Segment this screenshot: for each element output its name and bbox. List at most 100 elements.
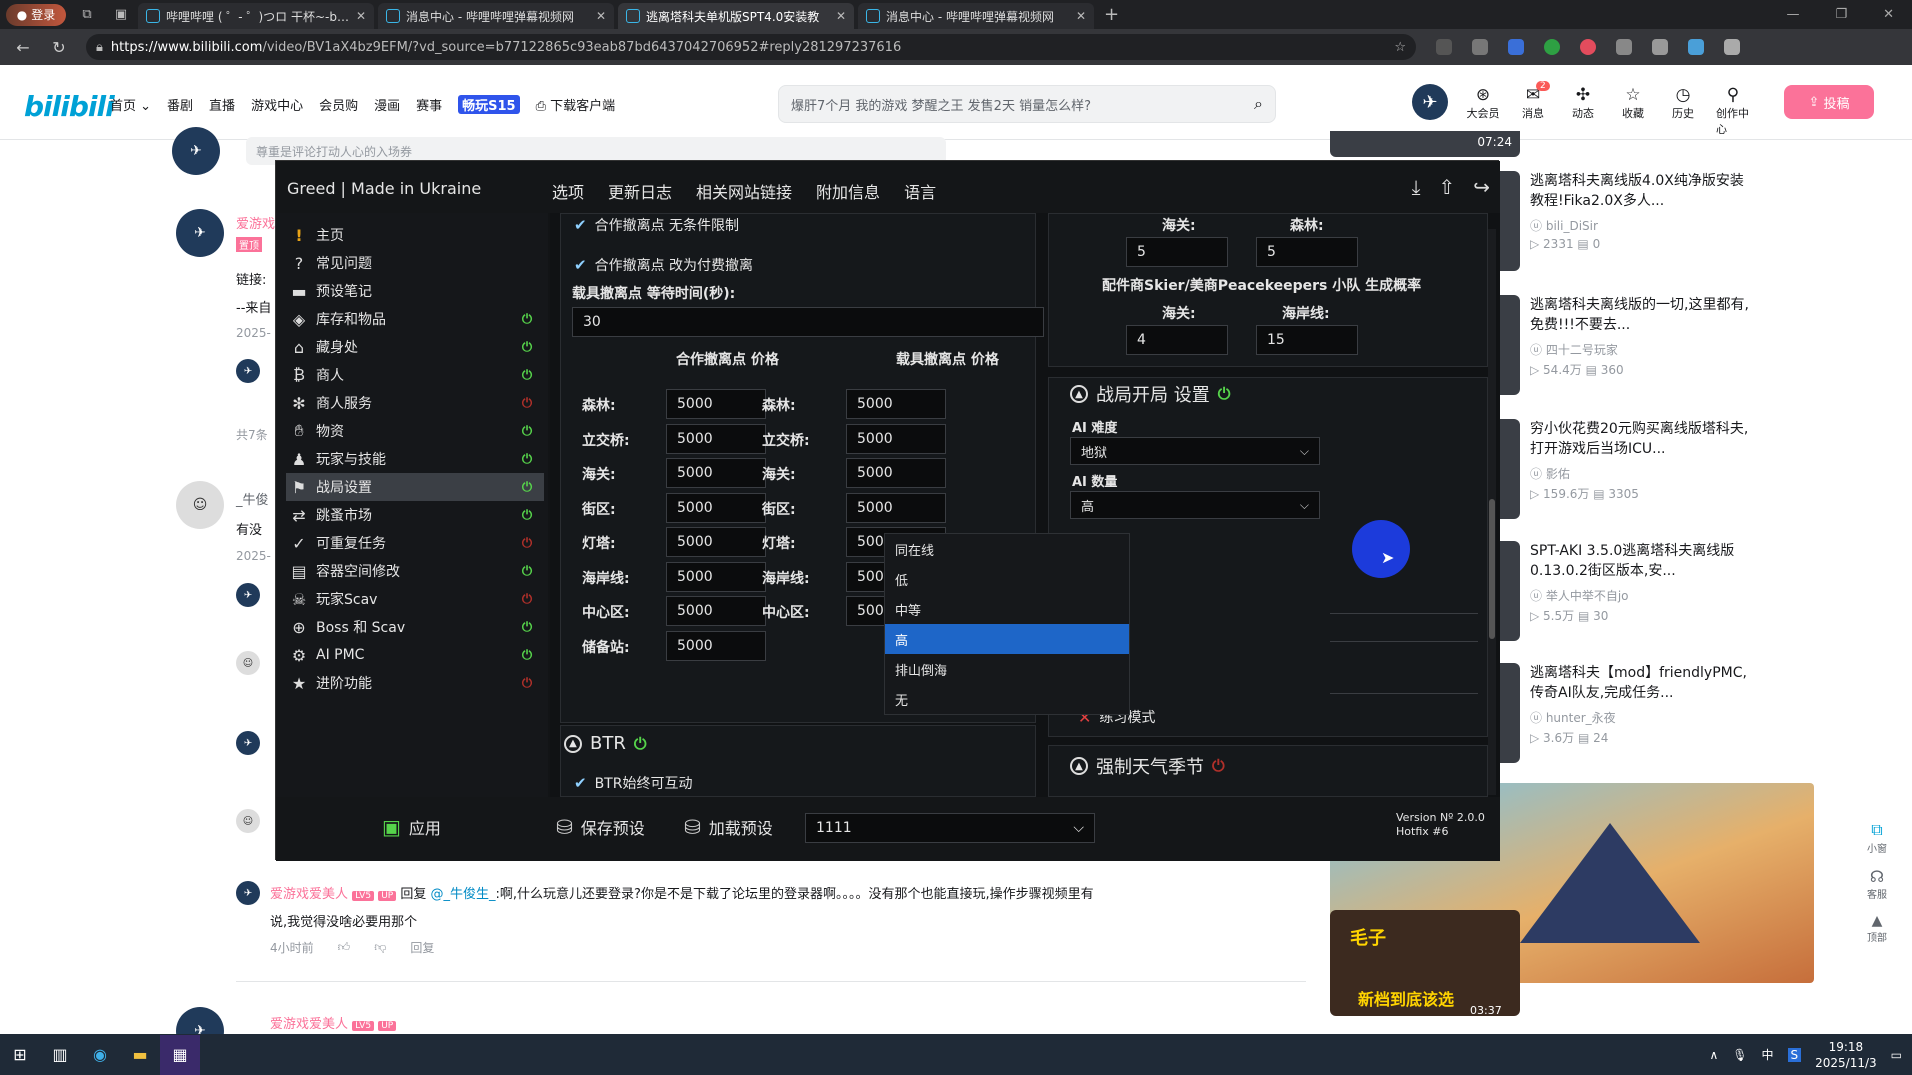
sidebar-item-13[interactable]: ☠ 玩家Scav ⏻ [286,585,544,613]
rec-thumbnail[interactable]: 毛子 新档到底该选 03:37 [1330,910,1520,1017]
sidebar-item-8[interactable]: ♟ 玩家与技能 ⏻ [286,445,544,473]
power-on-icon[interactable]: ⏻ [518,338,536,356]
search-icon[interactable]: ⌕ [1254,94,1263,114]
menu-language[interactable]: 语言 [904,179,936,203]
raid-start-section-header[interactable]: ▲ 战局开局 设置 ⏻ [1070,381,1230,407]
power-off-icon[interactable]: ⏻ [518,534,536,552]
power-on-icon[interactable]: ⏻ [518,366,536,384]
sidebar-item-11[interactable]: ✓ 可重复任务 ⏻ [286,529,544,557]
sidebar-item-2[interactable]: ▬ 预设笔记 [286,277,544,305]
sidebar-item-1[interactable]: ? 常见问题 [286,249,544,277]
dropdown-option[interactable]: 同在线 [885,534,1129,564]
ai-difficulty-select[interactable]: 地狱 ⌵ [1070,437,1320,465]
star-icon[interactable]: ☆ [1394,40,1406,55]
browser-tab-2[interactable]: 消息中心 - 哔哩哔哩弹幕视频网 ✕ [378,3,614,29]
scroll-thumb[interactable] [1489,499,1495,639]
tab-actions-icon[interactable]: ▣ [108,4,134,26]
btr-interact-checkbox[interactable]: ✔ BTR始终可互动 [574,773,692,793]
bilibili-logo[interactable]: bilibili [24,90,115,123]
close-tab-icon[interactable]: ✕ [596,9,606,23]
menu-options[interactable]: 选项 [552,179,584,203]
upload-button[interactable]: ⇪ 投稿 [1784,85,1874,119]
sidebar-item-14[interactable]: ⊕ Boss 和 Scav ⏻ [286,613,544,641]
rec-thumbnail[interactable]: 07:24 [1330,131,1520,157]
power-off-icon[interactable]: ⏻ [518,590,536,608]
customs-input-2[interactable]: 4 [1126,325,1228,355]
browser-tab-3[interactable]: 逃离塔科夫单机版SPT4.0安装教 ✕ [618,3,854,29]
price-input[interactable]: 5000 [846,458,946,488]
power-on-icon[interactable]: ⏻ [634,734,647,754]
nav-live[interactable]: 直播 [209,95,235,114]
power-on-icon[interactable]: ⏻ [1218,384,1231,404]
save-preset-button[interactable]: ⛁ 保存预设 [556,815,645,839]
menu-extra-info[interactable]: 附加信息 [816,179,880,203]
dislike-icon[interactable]: 👎︎ [374,940,386,955]
btr-section-header[interactable]: ▲ BTR ⏻ [564,733,647,754]
close-tab-icon[interactable]: ✕ [1076,9,1086,23]
extension-icon[interactable] [1688,39,1704,55]
sidebar-item-3[interactable]: ◈ 库存和物品 ⏻ [286,305,544,333]
apply-button[interactable]: ▣ 应用 [382,815,441,839]
sidebar-item-16[interactable]: ★ 进阶功能 ⏻ [286,669,544,697]
header-favorite[interactable]: ☆ 收藏 [1616,85,1650,137]
edge-icon[interactable]: ◉ [80,1035,120,1075]
reply-count[interactable]: 共7条 [236,426,268,443]
dropdown-option[interactable]: 中等 [885,594,1129,624]
extension-icon[interactable] [1652,39,1668,55]
url-field[interactable]: 🔒︎ https://www.bilibili.com/video/BV1aX4b… [86,34,1416,60]
task-view-icon[interactable]: ▥ [40,1035,80,1075]
price-input[interactable]: 5000 [666,458,766,488]
header-creator[interactable]: ⚲ 创作中心 [1716,85,1750,137]
extension-icon[interactable] [1580,39,1596,55]
header-history[interactable]: ◷ 历史 [1666,85,1700,137]
minimize-icon[interactable]: — [1786,7,1799,22]
tool-scrollbar[interactable] [1488,229,1496,795]
customs-input[interactable]: 5 [1126,237,1228,267]
export-icon[interactable]: ⇧ [1438,175,1455,199]
power-on-icon[interactable]: ⏻ [518,478,536,496]
power-on-icon[interactable]: ⏻ [518,618,536,636]
tray-expand-icon[interactable]: ∧ [1709,1048,1718,1062]
power-on-icon[interactable]: ⏻ [518,450,536,468]
coop-unlimited-checkbox[interactable]: ✔ 合作撤离点 无条件限制 [574,215,739,235]
browser-login-button[interactable]: ● 登录 [6,3,66,26]
coop-paid-checkbox[interactable]: ✔ 合作撤离点 改为付费撤离 [574,255,753,275]
clock[interactable]: 19:18 2025/11/3 [1815,1039,1877,1071]
search-input[interactable]: 爆肝7个月 我的游戏 梦醒之王 发售2天 销量怎么样? ⌕ [778,85,1276,123]
mic-icon[interactable]: 🎙︎ [1732,1048,1747,1062]
weather-section-header[interactable]: ▲ 强制天气季节 ⏻ [1070,753,1225,779]
shoreline-input[interactable]: 15 [1256,325,1358,355]
download-icon[interactable]: ⤓ [1412,175,1421,199]
price-input[interactable]: 5000 [666,630,766,661]
price-input[interactable]: 5000 [666,423,766,454]
power-on-icon[interactable]: ⏻ [518,646,536,664]
sidebar-item-9[interactable]: ⚑ 战局设置 ⏻ [286,473,544,501]
user-avatar[interactable]: ✈ [1412,84,1448,120]
back-to-top-button[interactable]: ▲ 顶部 [1867,913,1887,944]
close-window-icon[interactable]: ✕ [1883,7,1894,22]
power-on-icon[interactable]: ⏻ [518,422,536,440]
reload-icon[interactable]: ↻ [46,38,72,57]
sidebar-item-0[interactable]: ! 主页 [286,221,544,249]
preset-select[interactable]: 1111 ⌵ [805,813,1095,843]
woods-input[interactable]: 5 [1256,237,1358,267]
sidebar-item-6[interactable]: ✻ 商人服务 ⏻ [286,389,544,417]
ime-indicator[interactable]: 中 [1761,1046,1773,1063]
browser-tab-4[interactable]: 消息中心 - 哔哩哔哩弹幕视频网 ✕ [858,3,1094,29]
price-input[interactable]: 5000 [666,389,766,419]
header-message[interactable]: ✉ 消息 2 [1516,81,1550,137]
load-preset-button[interactable]: ⛁ 加载预设 [684,815,773,839]
sidebar-item-5[interactable]: ₿ 商人 ⏻ [286,361,544,389]
extension-icon[interactable] [1544,39,1560,55]
extension-icon[interactable] [1508,39,1524,55]
file-explorer-icon[interactable]: ▬ [120,1035,160,1075]
sidebar-item-12[interactable]: ▤ 容器空间修改 ⏻ [286,557,544,585]
sidebar-item-10[interactable]: ⇄ 跳蚤市场 ⏻ [286,501,544,529]
more-menu-icon[interactable] [1724,39,1740,55]
browser-tab-1[interactable]: 哔哩哔哩 ( ゜- ゜)つロ 干杯~-bilib ✕ [138,3,374,29]
close-tab-icon[interactable]: ✕ [836,9,846,23]
back-icon[interactable]: ← [10,38,36,57]
input-method-icon[interactable]: S [1787,1047,1802,1062]
sidebar-item-15[interactable]: ⚙ AI PMC ⏻ [286,641,544,669]
comment-username[interactable]: _牛俊 [236,489,269,508]
